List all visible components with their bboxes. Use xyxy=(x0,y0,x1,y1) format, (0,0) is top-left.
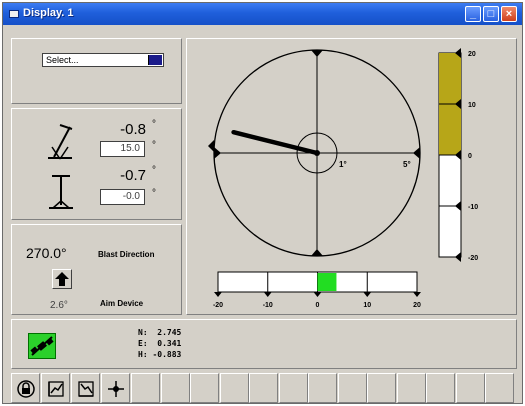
lock-icon xyxy=(17,380,35,398)
height-readout: H: -0.883 xyxy=(138,350,182,359)
crosshair-button[interactable] xyxy=(101,373,130,403)
chart-down-icon xyxy=(78,381,94,397)
lock-button[interactable] xyxy=(11,373,40,403)
chart-up-button[interactable] xyxy=(41,373,70,403)
pitch-unit: ° xyxy=(152,119,156,130)
aim-device-value: 2.6° xyxy=(50,300,68,311)
vertical-scale: 20 10 0 -10 -20 xyxy=(438,48,478,262)
empty-toolbar-slot[interactable] xyxy=(337,373,367,403)
dial-inner-label: 1° xyxy=(339,160,347,169)
roll-value: -0.7 xyxy=(120,167,146,184)
blast-panel: 270.0° Blast Direction 2.6° Aim Device xyxy=(11,224,182,315)
empty-toolbar-slot[interactable] xyxy=(219,373,249,403)
horizontal-scale-tick-label: 20 xyxy=(413,302,421,309)
horizontal-scale-tick-mark xyxy=(313,292,322,297)
pitch-setpoint[interactable]: 15.0 xyxy=(100,141,145,157)
pitch-tilt-icon xyxy=(48,124,73,160)
aim-device-label: Aim Device xyxy=(100,299,144,308)
dial-needle xyxy=(231,129,320,156)
roll-setpoint[interactable]: -0.0 xyxy=(100,189,145,205)
roll-setpoint-unit: ° xyxy=(152,188,156,199)
northing-readout: N: 2.745 xyxy=(138,328,182,337)
horizontal-scale-tick-mark xyxy=(263,292,272,297)
empty-toolbar-slot[interactable] xyxy=(367,373,396,403)
status-panel: N: 2.745 E: 0.341 H: -0.883 xyxy=(11,319,517,369)
horizontal-scale-tick-label: -10 xyxy=(263,302,273,309)
empty-toolbar-slot[interactable] xyxy=(426,373,455,403)
horizontal-scale-tick-label: 0 xyxy=(316,302,320,309)
horizontal-scale: -20 -10 0 10 20 xyxy=(213,271,421,309)
easting-readout: E: 0.341 xyxy=(138,339,182,348)
chart-up-icon xyxy=(48,381,64,397)
select-panel: Select... xyxy=(11,38,182,104)
angle-panel: -0.8 ° 15.0 ° -0.7 ° -0.0 ° xyxy=(11,108,182,220)
display-graphics: 1° 5° 20 10 0 -10 -20 -20 -10 0 10 20 xyxy=(208,48,478,309)
aim-dial: 1° 5° xyxy=(208,49,421,257)
horizontal-scale-tick-mark xyxy=(214,292,222,297)
roll-level-icon xyxy=(49,175,73,209)
satellite-icon xyxy=(30,336,54,356)
display-panel: 1° 5° 20 10 0 -10 -20 -20 -10 0 10 20 xyxy=(186,38,517,315)
title-bar[interactable]: Display. 1 _ □ × xyxy=(3,3,522,25)
device-select-value: Select... xyxy=(46,55,79,65)
blast-direction-value: 270.0° xyxy=(26,245,67,261)
vertical-scale-tick-label: 0 xyxy=(468,153,472,160)
display-window: Display. 1 _ □ × Select... -0.8 ° 15.0 ° xyxy=(2,2,523,404)
arrow-up-icon xyxy=(55,272,69,286)
crosshair-icon xyxy=(108,381,124,397)
empty-toolbar-slot[interactable] xyxy=(396,373,426,403)
empty-toolbar-slot[interactable] xyxy=(455,373,485,403)
roll-unit: ° xyxy=(152,165,156,176)
window-icon xyxy=(9,10,19,18)
empty-toolbar-slot[interactable] xyxy=(131,373,160,403)
aim-device-button[interactable] xyxy=(52,269,72,289)
vertical-scale-tick-label: 20 xyxy=(468,51,476,58)
empty-toolbar-slot[interactable] xyxy=(249,373,278,403)
bottom-toolbar xyxy=(11,373,517,403)
empty-toolbar-slot[interactable] xyxy=(308,373,337,403)
empty-toolbar-slot[interactable] xyxy=(278,373,308,403)
gps-status-icon[interactable] xyxy=(28,333,56,359)
dropdown-arrow-icon[interactable] xyxy=(148,55,162,65)
vertical-scale-tick-label: -10 xyxy=(468,204,478,211)
horizontal-scale-tick-mark xyxy=(363,292,372,297)
device-select[interactable]: Select... xyxy=(42,53,164,67)
close-button[interactable]: × xyxy=(501,6,517,22)
empty-toolbar-slot[interactable] xyxy=(190,373,219,403)
empty-toolbar-slot[interactable] xyxy=(160,373,190,403)
minimize-button[interactable]: _ xyxy=(465,6,481,22)
horizontal-scale-tick-mark xyxy=(413,292,421,297)
window-title: Display. 1 xyxy=(23,7,74,19)
pitch-setpoint-unit: ° xyxy=(152,140,156,151)
vertical-scale-tick-label: -20 xyxy=(468,255,478,262)
blast-direction-label: Blast Direction xyxy=(98,250,155,259)
dial-outer-label: 5° xyxy=(403,160,411,169)
empty-toolbar-slot[interactable] xyxy=(485,373,514,403)
maximize-button[interactable]: □ xyxy=(483,6,499,22)
pitch-value: -0.8 xyxy=(120,121,146,138)
horizontal-scale-tick-label: -20 xyxy=(213,302,223,309)
horizontal-scale-tick-label: 10 xyxy=(363,302,371,309)
horizontal-scale-indicator xyxy=(317,273,337,291)
chart-down-button[interactable] xyxy=(71,373,100,403)
vertical-scale-tick-label: 10 xyxy=(468,102,476,109)
